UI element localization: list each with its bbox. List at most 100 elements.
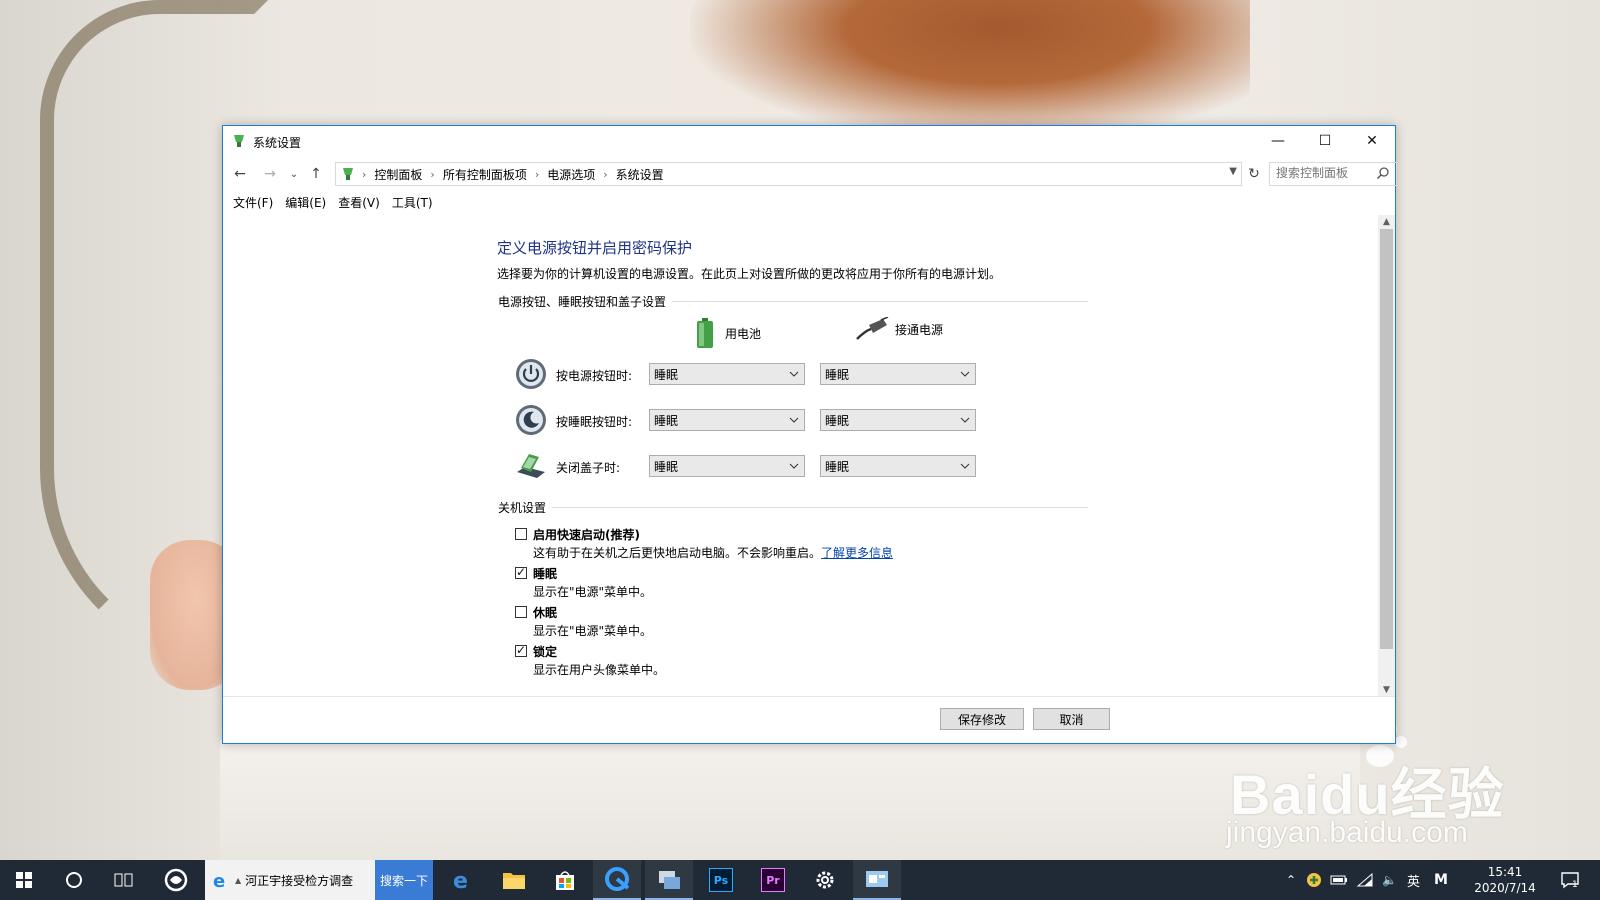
ime-mode-indicator[interactable]: M [1434, 872, 1448, 888]
refresh-icon[interactable]: ↻ [1243, 164, 1265, 184]
learn-more-link[interactable]: 了解更多信息 [821, 546, 893, 560]
fast-startup-desc: 这有助于在关机之后更快地启动电脑。不会影响重启。了解更多信息 [533, 546, 894, 560]
taskbar: e ▲ 河正宇接受检方调查 搜索一下 e Ps Pr ⌃ 🔈 英 M 15:41 [0, 860, 1600, 900]
app-360-icon[interactable] [152, 860, 200, 900]
dialog-footer: 保存修改 取消 [223, 696, 1395, 743]
svg-text:e: e [213, 871, 225, 890]
breadcrumb-all-items[interactable]: 所有控制面板项 [443, 166, 527, 183]
content-area: 定义电源按钮并启用密码保护 选择要为你的计算机设置的电源设置。在此页上对设置所做… [223, 215, 1377, 697]
hibernate-desc: 显示在"电源"菜单中。 [533, 624, 653, 638]
task-view-icon[interactable] [100, 860, 148, 900]
watermark-url: jingyan.baidu.com [1226, 816, 1468, 849]
volume-icon[interactable]: 🔈 [1382, 873, 1397, 887]
sleep-checkbox[interactable] [515, 565, 527, 579]
fast-startup-checkbox[interactable] [515, 528, 527, 540]
security-app-icon[interactable] [1306, 872, 1322, 888]
column-plugged-in: 接通电源 [855, 317, 943, 341]
breadcrumb-power-options[interactable]: 电源选项 [547, 166, 595, 183]
store-icon[interactable] [541, 860, 589, 900]
save-button[interactable]: 保存修改 [940, 708, 1024, 730]
chevron-down-icon [960, 463, 970, 469]
recent-locations-icon[interactable]: ⌄ [283, 164, 305, 184]
wallpaper-hair [690, 0, 1250, 140]
system-settings-window: 系统设置 — ☐ ✕ ← → ⌄ ↑ › 控制面板 › 所有控制面板项 › 电源… [222, 125, 1397, 744]
minimize-button[interactable]: — [1255, 126, 1301, 156]
file-explorer-icon[interactable] [490, 860, 538, 900]
chevron-down-icon [789, 371, 799, 377]
close-button[interactable]: ✕ [1349, 126, 1395, 156]
sleep-button-plugged-select[interactable]: 睡眠 [820, 409, 976, 431]
show-hidden-icons-icon[interactable]: ⌃ [1280, 873, 1302, 887]
ime-language-indicator[interactable]: 英 [1407, 871, 1420, 890]
taskbar-clock[interactable]: 15:41 2020/7/14 [1470, 864, 1540, 896]
chevron-down-icon [960, 371, 970, 377]
search-box[interactable] [1269, 162, 1397, 186]
close-lid-plugged-select[interactable]: 睡眠 [820, 455, 976, 477]
lock-title: 锁定 [533, 645, 558, 659]
taskbar-search-text: 河正宇接受检方调查 [245, 873, 354, 888]
section-shutdown: 关机设置 [498, 499, 1088, 516]
cortana-icon[interactable] [50, 860, 98, 900]
photoshop-icon[interactable]: Ps [697, 860, 745, 900]
sleep-button-battery-select[interactable]: 睡眠 [649, 409, 805, 431]
title-bar[interactable]: 系统设置 — ☐ ✕ [223, 126, 1395, 156]
sleep-button-label: 按睡眠按钮时: [556, 415, 633, 429]
chevron-down-icon [789, 463, 799, 469]
maximize-button[interactable]: ☐ [1302, 126, 1348, 156]
notification-center-icon[interactable]: 1 [1548, 860, 1592, 900]
window-title: 系统设置 [253, 136, 302, 150]
address-dropdown-icon[interactable]: ▼ [1229, 166, 1237, 177]
start-icon[interactable] [0, 860, 48, 900]
back-icon[interactable]: ← [229, 164, 251, 184]
clock-date: 2020/7/14 [1474, 881, 1536, 895]
network-app-icon[interactable] [645, 860, 693, 900]
power-plug-icon [856, 317, 889, 340]
search-icon[interactable] [1376, 166, 1390, 180]
notification-count: 1 [1572, 880, 1578, 890]
power-options-icon [234, 135, 244, 147]
power-button-battery-select[interactable]: 睡眠 [649, 363, 805, 385]
taskbar-search-box[interactable]: e ▲ 河正宇接受检方调查 [205, 860, 375, 900]
forward-icon[interactable]: → [259, 164, 281, 184]
taskbar-search-button[interactable]: 搜索一下 [375, 860, 433, 900]
close-lid-battery-select[interactable]: 睡眠 [649, 455, 805, 477]
breadcrumb-control-panel[interactable]: 控制面板 [374, 166, 422, 183]
cancel-button[interactable]: 取消 [1033, 708, 1110, 730]
page-title: 定义电源按钮并启用密码保护 [497, 239, 693, 257]
settings-icon[interactable] [801, 860, 849, 900]
up-icon[interactable]: ↑ [305, 164, 327, 184]
browser-icon[interactable] [593, 860, 641, 900]
breadcrumb-system-settings[interactable]: 系统设置 [616, 166, 664, 183]
lock-desc: 显示在用户头像菜单中。 [533, 663, 666, 677]
vertical-scrollbar[interactable]: ▲ ▼ [1378, 215, 1395, 697]
address-bar[interactable]: › 控制面板 › 所有控制面板项 › 电源选项 › 系统设置 ▼ [335, 162, 1242, 186]
ie-icon: e [213, 871, 225, 890]
menu-view[interactable]: 查看(V) [332, 192, 386, 212]
close-lid-label: 关闭盖子时: [556, 461, 621, 475]
premiere-icon[interactable]: Pr [749, 860, 797, 900]
chevron-down-icon [960, 417, 970, 423]
sleep-title: 睡眠 [533, 567, 558, 581]
lock-checkbox[interactable] [515, 643, 527, 657]
scroll-down-icon[interactable]: ▼ [1378, 683, 1395, 697]
page-description: 选择要为你的计算机设置的电源设置。在此页上对设置所做的更改将应用于你所有的电源计… [497, 267, 1002, 281]
menu-file[interactable]: 文件(F) [227, 192, 279, 212]
search-input[interactable] [1270, 163, 1378, 183]
menu-edit[interactable]: 编辑(E) [279, 192, 332, 212]
power-button-label: 按电源按钮时: [556, 369, 633, 383]
fast-startup-title: 启用快速启动(推荐) [533, 528, 640, 542]
control-panel-icon [343, 168, 353, 180]
section-buttons-lid: 电源按钮、睡眠按钮和盖子设置 [498, 293, 1088, 310]
scroll-thumb[interactable] [1380, 229, 1393, 649]
battery-tray-icon[interactable] [1330, 874, 1348, 886]
laptop-lid-icon [517, 454, 545, 478]
wifi-icon[interactable] [1356, 873, 1374, 887]
menu-tools[interactable]: 工具(T) [386, 192, 439, 212]
control-panel-taskbar-icon[interactable] [853, 860, 901, 900]
power-button-plugged-select[interactable]: 睡眠 [820, 363, 976, 385]
chevron-down-icon [789, 417, 799, 423]
scroll-up-icon[interactable]: ▲ [1378, 215, 1395, 229]
hibernate-checkbox[interactable] [515, 606, 527, 618]
edge-icon[interactable]: e [438, 860, 486, 900]
sleep-icon [516, 405, 546, 435]
